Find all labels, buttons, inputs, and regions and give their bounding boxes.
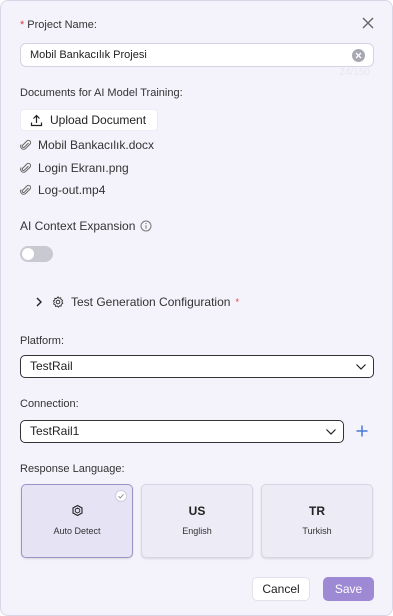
language-card-auto-detect[interactable]: Auto Detect (21, 484, 133, 558)
language-card-turkish[interactable]: TR Turkish (261, 484, 373, 558)
language-code: US (188, 504, 206, 518)
chevron-down-icon (326, 429, 336, 435)
clear-input-icon[interactable] (352, 49, 365, 62)
chevron-right-icon (36, 297, 42, 307)
required-marker: * (235, 297, 239, 307)
file-item[interactable]: Login Ekranı.png (20, 160, 129, 176)
file-name: Login Ekranı.png (38, 161, 129, 175)
ai-context-toggle[interactable] (20, 246, 53, 262)
language-name: Turkish (302, 526, 332, 536)
file-item[interactable]: Mobil Bankacılık.docx (20, 137, 154, 153)
language-card-english[interactable]: US English (141, 484, 253, 558)
paperclip-icon (20, 184, 32, 195)
close-icon[interactable] (358, 13, 378, 33)
toggle-knob (22, 248, 34, 260)
gear-icon (52, 296, 64, 308)
file-name: Mobil Bankacılık.docx (38, 138, 155, 152)
check-icon (115, 490, 127, 502)
language-code: TR (309, 504, 325, 518)
language-name: Auto Detect (53, 526, 101, 536)
documents-label: Documents for AI Model Training: (20, 87, 183, 99)
file-name: Log-out.mp4 (38, 183, 106, 197)
response-language-label: Response Language: (20, 463, 125, 475)
file-item[interactable]: Log-out.mp4 (20, 182, 105, 198)
platform-label: Platform: (20, 335, 65, 347)
create-project-dialog: * Project Name: Mobil Bankacılık Projesi … (0, 0, 393, 616)
save-button[interactable]: Save (323, 577, 374, 601)
add-connection-icon[interactable] (355, 424, 369, 438)
language-name: English (182, 526, 212, 536)
ai-context-label: AI Context Expansion (20, 219, 152, 233)
info-icon[interactable] (140, 220, 152, 232)
project-name-input[interactable]: Mobil Bankacılık Projesi (20, 43, 374, 67)
character-count: 24/150 (339, 67, 370, 78)
upload-document-button[interactable]: Upload Document (20, 109, 158, 131)
cancel-button[interactable]: Cancel (252, 577, 310, 601)
connection-select[interactable]: TestRail1 (20, 420, 344, 443)
paperclip-icon (20, 139, 32, 150)
chevron-down-icon (356, 364, 366, 370)
project-name-label: * Project Name: (20, 19, 97, 31)
upload-icon (30, 114, 43, 126)
connection-label: Connection: (20, 398, 79, 410)
brain-icon (72, 504, 83, 517)
required-marker: * (20, 19, 25, 31)
test-generation-section-toggle[interactable]: Test Generation Configuration * (34, 293, 242, 311)
paperclip-icon (20, 162, 32, 173)
platform-select[interactable]: TestRail (20, 355, 374, 378)
